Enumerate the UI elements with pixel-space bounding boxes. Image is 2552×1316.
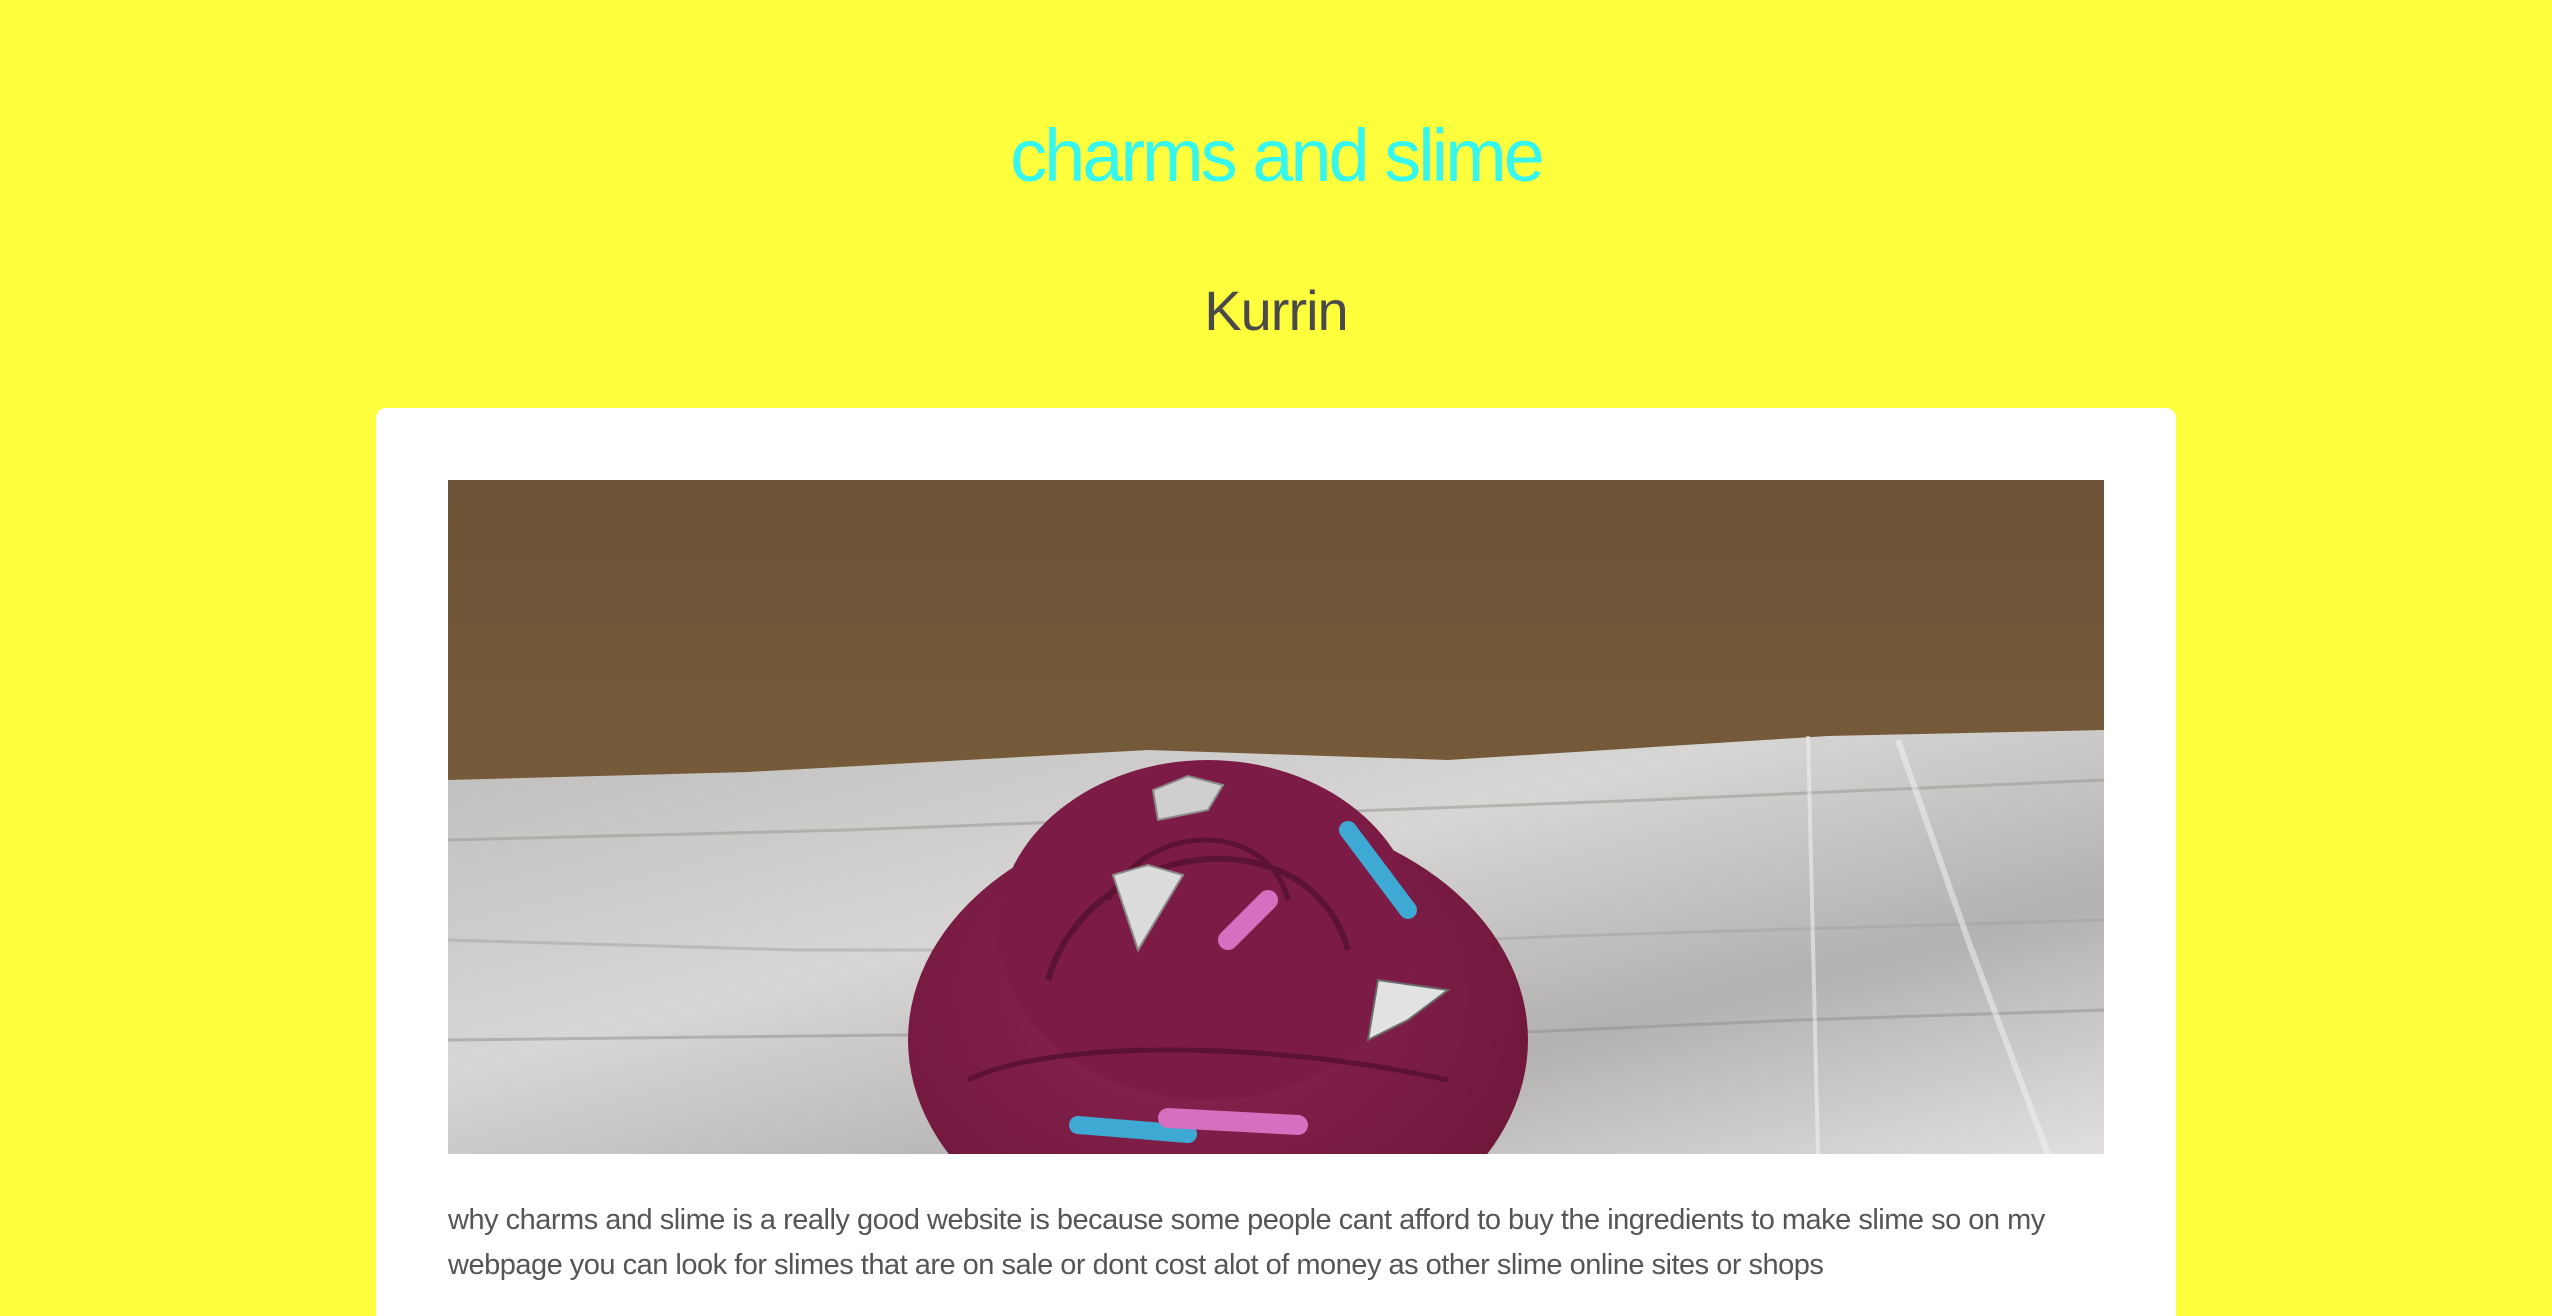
author-name: Kurrin — [1204, 279, 1348, 342]
site-title[interactable]: charms and slime — [0, 108, 2552, 204]
post-description: why charms and slime is a really good we… — [448, 1204, 2045, 1281]
slime-photo — [448, 480, 2104, 1154]
post-card: why charms and slime is a really good we… — [376, 408, 2176, 1316]
page: charms and slime Kurrin why charms and s… — [0, 0, 2552, 1316]
